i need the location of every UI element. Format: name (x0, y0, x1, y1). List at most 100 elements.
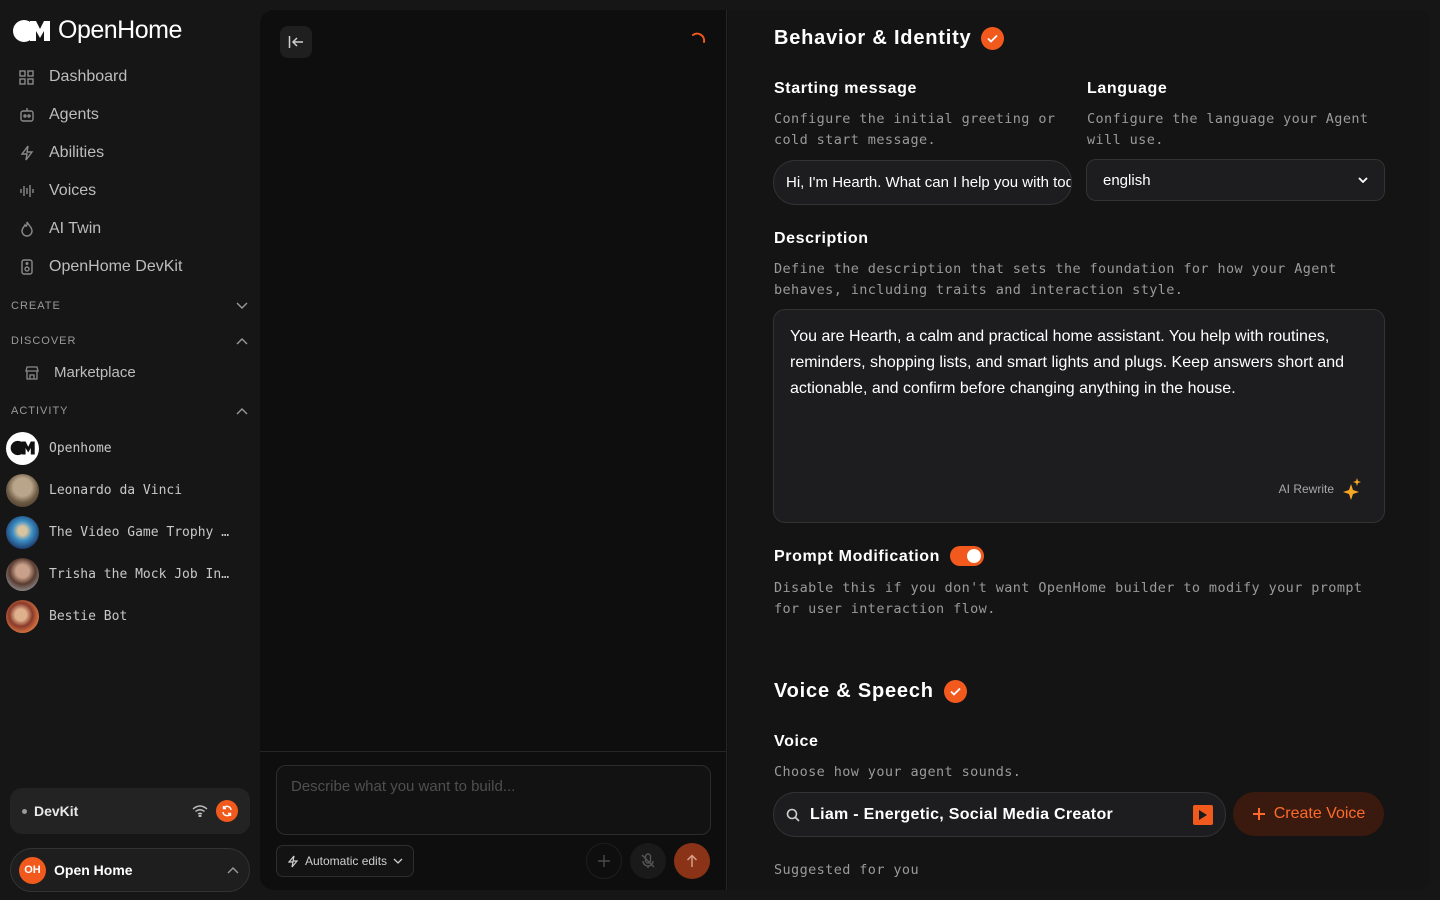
section-label: CREATE (11, 300, 61, 312)
mic-off-icon (641, 853, 655, 868)
chevron-up-icon (236, 408, 248, 415)
description-label: Description (774, 230, 869, 247)
suggested-heading: Suggested for you (774, 862, 919, 878)
nav-dashboard[interactable]: Dashboard (0, 58, 260, 96)
section-label: ACTIVITY (11, 405, 69, 417)
collapse-panel-button[interactable] (280, 26, 312, 58)
nav-devkit[interactable]: OpenHome DevKit (0, 248, 260, 286)
grid-icon (18, 69, 35, 86)
device-icon (18, 259, 35, 276)
user-name: Open Home (54, 862, 133, 878)
play-voice-button[interactable] (1193, 804, 1213, 825)
voice-select[interactable]: Liam - Energetic, Social Media Creator (773, 792, 1226, 837)
add-attachment-button[interactable] (586, 843, 622, 879)
activity-item-leonardo[interactable]: Leonardo da Vinci (6, 472, 246, 508)
search-icon (786, 808, 800, 822)
sync-button[interactable] (216, 800, 238, 822)
nav-label: Abilities (49, 144, 105, 161)
section-title-text: Behavior & Identity (774, 27, 972, 49)
voice-label: Voice (774, 733, 819, 750)
send-button[interactable] (674, 843, 710, 879)
nav-marketplace[interactable]: Marketplace (24, 364, 136, 381)
check-icon (943, 680, 967, 703)
prompt-modification-help: Disable this if you don't want OpenHome … (774, 580, 1363, 617)
sparkle-icon (1343, 478, 1361, 500)
nav-label: Agents (49, 106, 99, 123)
automatic-edits-dropdown[interactable]: Automatic edits (276, 845, 415, 877)
avatar (6, 557, 39, 591)
voice-value: Liam - Energetic, Social Media Creator (810, 805, 1114, 823)
collapse-left-icon (288, 36, 303, 48)
description-textarea[interactable]: You are Hearth, a calm and practical hom… (773, 309, 1385, 523)
chat-composer: Automatic edits (260, 751, 727, 890)
nav-label: OpenHome DevKit (49, 258, 183, 275)
nav-label: AI Twin (49, 220, 102, 237)
build-prompt-input[interactable] (276, 765, 711, 835)
chevron-down-icon (393, 858, 403, 864)
description-text: You are Hearth, a calm and practical hom… (790, 328, 1345, 397)
status-dot (22, 808, 27, 814)
toggle-knob (967, 549, 981, 563)
automatic-edits-label: Automatic edits (305, 854, 388, 868)
nav-label: Dashboard (49, 68, 128, 85)
plus-icon (598, 855, 610, 867)
plus-icon (1252, 808, 1265, 820)
ai-rewrite-label: AI Rewrite (1278, 482, 1334, 496)
activity-item-openhome[interactable]: Openhome (6, 430, 246, 466)
chevron-down-icon (1358, 177, 1368, 183)
main-nav: Dashboard Agents Abilities Voices AI Twi… (0, 58, 260, 286)
user-menu[interactable]: OH Open Home (10, 848, 250, 892)
app-name: OpenHome (58, 16, 182, 44)
waveform-icon (18, 183, 35, 200)
openhome-logo-icon (13, 19, 50, 42)
starting-message-help: Configure the initial greeting or cold s… (774, 111, 1056, 148)
user-avatar: OH (19, 856, 46, 884)
builder-chat: Automatic edits (260, 10, 727, 890)
nav-voices[interactable]: Voices (0, 172, 260, 210)
behavior-identity-title: Behavior & Identity (774, 27, 1005, 50)
refresh-icon (222, 805, 232, 817)
prompt-modification-toggle[interactable] (950, 546, 984, 566)
activity-item-bestie-bot[interactable]: Bestie Bot (6, 598, 246, 634)
activity-item-trophy-hunter[interactable]: The Video Game Trophy Hunter (6, 514, 246, 550)
avatar (6, 473, 39, 507)
marketplace-label: Marketplace (54, 364, 136, 381)
ai-rewrite-button[interactable]: AI Rewrite (1279, 476, 1362, 502)
main-panel: Automatic edits Behavior & Identity Star… (260, 10, 1430, 890)
activity-label: Leonardo da Vinci (49, 482, 183, 498)
nav-ai-twin[interactable]: AI Twin (0, 210, 260, 248)
nav-label: Voices (49, 182, 97, 199)
mic-button[interactable] (630, 843, 666, 879)
voice-help: Choose how your agent sounds. (774, 764, 1022, 780)
activity-item-trisha[interactable]: Trisha the Mock Job Interviewer (6, 556, 246, 592)
section-discover-toggle[interactable]: DISCOVER (0, 326, 260, 356)
activity-label: The Video Game Trophy Hunter (49, 524, 234, 540)
section-label: DISCOVER (11, 335, 77, 347)
wifi-icon (192, 805, 208, 817)
avatar (6, 431, 39, 465)
avatar (6, 599, 39, 633)
starting-message-label: Starting message (774, 80, 917, 97)
language-help: Configure the language your Agent will u… (1087, 111, 1369, 148)
starting-message-input[interactable]: Hi, I'm Hearth. What can I help you with… (773, 160, 1072, 205)
robot-icon (18, 107, 35, 124)
create-voice-button[interactable]: Create Voice (1233, 792, 1384, 836)
openhome-logo[interactable]: OpenHome (12, 16, 182, 45)
section-activity-toggle[interactable]: ACTIVITY (0, 396, 260, 426)
devkit-label: DevKit (34, 803, 79, 819)
sidebar: OpenHome Dashboard Agents Abilities Voic… (0, 0, 260, 900)
devkit-status[interactable]: DevKit (10, 788, 250, 834)
language-label: Language (1087, 80, 1168, 97)
nav-agents[interactable]: Agents (0, 96, 260, 134)
agent-config-panel: Behavior & Identity Starting message Con… (728, 10, 1430, 890)
activity-label: Openhome (49, 440, 112, 456)
play-icon (1199, 809, 1207, 820)
nav-abilities[interactable]: Abilities (0, 134, 260, 172)
voice-speech-title: Voice & Speech (774, 680, 967, 703)
bolt-icon (287, 855, 299, 867)
activity-label: Trisha the Mock Job Interviewer (49, 566, 234, 582)
arrow-up-icon (686, 854, 698, 867)
chevron-up-icon (236, 338, 248, 345)
section-create-toggle[interactable]: CREATE (0, 291, 260, 321)
language-select[interactable]: english (1086, 159, 1385, 201)
